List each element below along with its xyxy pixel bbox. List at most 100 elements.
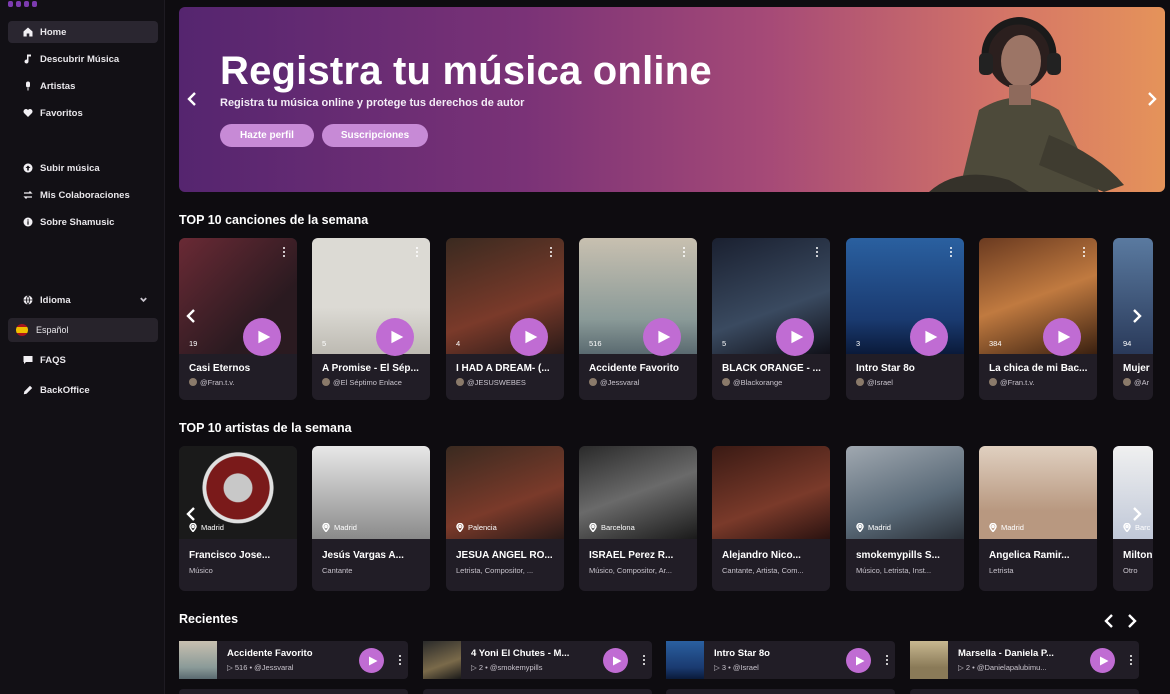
play-button[interactable] (510, 318, 548, 356)
sidebar-item-artistas[interactable]: Artistas (8, 75, 158, 97)
song-title: I HAD A DREAM- (... (456, 363, 550, 374)
artist-card[interactable]: Madrid Angelica Ramir... Letrista (979, 446, 1097, 591)
sidebar-item-favoritos[interactable]: Favoritos (8, 102, 158, 124)
recent-item[interactable]: Intro Star 8o ▷ 3 • @Israel (666, 641, 895, 679)
play-count: 94 (1123, 339, 1132, 348)
recent-item[interactable]: Accidente Favorito ▷ 516 • @Jessvaral (179, 641, 408, 679)
more-options-icon[interactable] (816, 247, 820, 259)
play-icon (368, 656, 377, 665)
more-options-icon[interactable] (950, 247, 954, 259)
more-options-icon[interactable] (886, 655, 889, 667)
recent-item-partial[interactable] (179, 689, 408, 694)
artists-prev-arrow-icon[interactable] (185, 506, 197, 522)
sidebar-item-label: Descubrir Música (40, 53, 120, 65)
language-selector[interactable]: Idioma (8, 289, 158, 311)
songs-prev-arrow-icon[interactable] (185, 308, 197, 324)
sidebar-item-label: Home (40, 26, 67, 38)
author-name: @Jessvaral (600, 378, 640, 387)
play-icon (924, 330, 937, 344)
song-author: @Blackorange (722, 378, 822, 387)
recent-title: Intro Star 8o (714, 648, 770, 659)
author-name: @Fran.t.v. (200, 378, 235, 387)
artist-card[interactable]: Palencia JESÚA ÁNGEL RO... Letrista, Compo… (446, 446, 564, 591)
author-name: @Blackorange (733, 378, 783, 387)
recent-item-partial[interactable] (666, 689, 895, 694)
sidebar-item-subir[interactable]: Subir música (8, 157, 158, 179)
recent-item[interactable]: 4 Yoni El Chutes - M... ▷ 2 • @smokemypil… (423, 641, 652, 679)
hero-prev-arrow-icon[interactable] (185, 91, 199, 107)
location-pin-icon (589, 523, 597, 532)
language-option-espanol[interactable]: Español (8, 318, 158, 342)
song-card[interactable]: 516 Accidente Favorito @Jessvaral (579, 238, 697, 400)
hero-next-arrow-icon[interactable] (1145, 91, 1159, 107)
recent-next-arrow-icon[interactable] (1126, 613, 1138, 629)
song-author: @Israel (856, 378, 956, 387)
song-card[interactable]: 5 A Promise - El Sép... @El Séptimo Enlace (312, 238, 430, 400)
play-button[interactable] (603, 648, 628, 673)
main-content: Registra tu música online Registra tu mú… (165, 0, 1170, 694)
recent-item-partial[interactable] (423, 689, 652, 694)
recent-prev-arrow-icon[interactable] (1103, 613, 1115, 629)
recent-title: Marsella - Daniela P... (958, 648, 1054, 659)
more-options-icon[interactable] (643, 655, 646, 667)
play-icon (524, 330, 537, 344)
artist-name: Angelica Ramir... (989, 550, 1070, 561)
recent-item[interactable]: Marsella - Daniela P... ▷ 2 • @Danielapal… (910, 641, 1139, 679)
artists-next-arrow-icon[interactable] (1131, 506, 1143, 522)
sidebar-item-faqs[interactable]: FAQS (8, 349, 158, 371)
recent-title: Accidente Favorito (227, 648, 313, 659)
sidebar-item-label: Favoritos (40, 107, 83, 119)
play-button[interactable] (910, 318, 948, 356)
recent-title: 4 Yoni El Chutes - M... (471, 648, 570, 659)
songs-next-arrow-icon[interactable] (1131, 308, 1143, 324)
sidebar-item-descubrir[interactable]: Descubrir Música (8, 48, 158, 70)
sidebar-item-sobre[interactable]: Sobre Shamusic (8, 211, 158, 233)
location-name: Madrid (1001, 523, 1024, 532)
author-avatar (589, 378, 597, 386)
more-options-icon[interactable] (1130, 655, 1133, 667)
play-button[interactable] (1043, 318, 1081, 356)
more-options-icon[interactable] (1083, 247, 1087, 259)
artist-roles: Cantante (322, 566, 353, 575)
recent-section-title: Recientes (179, 612, 239, 626)
play-count: 516 (234, 663, 248, 672)
location-pin-icon (322, 523, 330, 532)
play-button[interactable] (243, 318, 281, 356)
more-options-icon[interactable] (283, 247, 287, 259)
song-card[interactable]: 384 La chica de mi Bac... @Fran.t.v. (979, 238, 1097, 400)
artist-card[interactable]: Barcelona ISRAEL Perez R... Músico, Compos… (579, 446, 697, 591)
sidebar-item-home[interactable]: Home (8, 21, 158, 43)
suscripciones-button[interactable]: Suscripciones (322, 124, 428, 147)
song-title: BLACK ORANGE - ... (722, 363, 821, 374)
song-card[interactable]: 3 Intro Star 8o @Israel (846, 238, 964, 400)
artist-location: Madrid (989, 523, 1024, 532)
play-button[interactable] (1090, 648, 1115, 673)
play-button[interactable] (776, 318, 814, 356)
sidebar-item-label: Subir música (40, 162, 100, 174)
author-avatar (989, 378, 997, 386)
song-title: A Promise - El Sép... (322, 363, 419, 374)
more-options-icon[interactable] (550, 247, 554, 259)
play-button[interactable] (846, 648, 871, 673)
more-options-icon[interactable] (416, 247, 420, 259)
artist-card[interactable]: Alejandro Nico... Cantante, Artista, Com.… (712, 446, 830, 591)
artist-location: Palencia (456, 523, 497, 532)
recent-item-partial[interactable] (910, 689, 1139, 694)
sidebar-item-colaboraciones[interactable]: Mis Colaboraciones (8, 184, 158, 206)
sidebar-item-label: Sobre Shamusic (40, 216, 115, 228)
artist-card[interactable]: Madrid Jesús Vargas A... Cantante (312, 446, 430, 591)
play-button[interactable] (643, 318, 681, 356)
sidebar: Home Descubrir Música Artistas Favoritos… (0, 0, 165, 694)
artist-card[interactable]: Madrid smokemypills S... Músico, Letrista,… (846, 446, 964, 591)
recent-thumbnail (423, 641, 461, 679)
more-options-icon[interactable] (683, 247, 687, 259)
play-button[interactable] (359, 648, 384, 673)
more-options-icon[interactable] (399, 655, 402, 667)
sidebar-item-backoffice[interactable]: BackOffice (8, 379, 158, 401)
song-card[interactable]: 5 BLACK ORANGE - ... @Blackorange (712, 238, 830, 400)
play-count: 5 (322, 339, 327, 348)
hazte-perfil-button[interactable]: Hazte perfil (220, 124, 314, 147)
song-card[interactable]: 4 I HAD A DREAM- (... @JESUSWEBES (446, 238, 564, 400)
sidebar-item-label: Artistas (40, 80, 76, 92)
play-button[interactable] (376, 318, 414, 356)
